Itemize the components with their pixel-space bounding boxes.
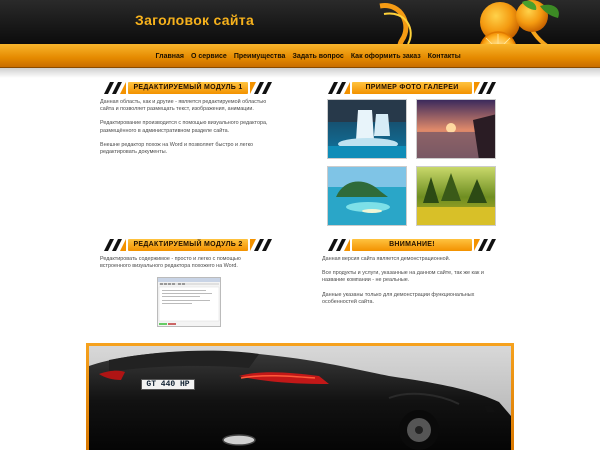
gallery-thumb-forest[interactable] — [416, 166, 496, 226]
gallery-thumb-sunset[interactable] — [416, 99, 496, 159]
editor-preview-graphic — [158, 278, 220, 325]
editor-screenshot-image — [157, 277, 221, 327]
stripes-decoration — [474, 82, 496, 94]
stripes-decoration — [250, 82, 272, 94]
module1-paragraph: Редактирование производится с помощью ви… — [100, 120, 268, 134]
module2-header: РЕДАКТИРУЕМЫЙ МОДУЛЬ 2 — [100, 239, 276, 251]
nav-item-ask-question[interactable]: Задать вопрос — [289, 53, 347, 60]
gallery-heading: ПРИМЕР ФОТО ГАЛЕРЕИ — [352, 82, 472, 94]
attention-paragraph: Все продукты и услуги, указанные на данн… — [322, 270, 484, 284]
waterfall-image — [328, 100, 406, 158]
island-image — [328, 167, 406, 225]
nav-item-home[interactable]: Главная — [152, 53, 187, 60]
attention-heading: ВНИМАНИЕ! — [352, 239, 472, 251]
stripes-decoration — [328, 82, 350, 94]
stripes-decoration — [328, 239, 350, 251]
site-header: Заголовок сайта — [0, 0, 600, 69]
module2-text: Редактировать содержимое - просто и легк… — [100, 256, 260, 277]
attention-header: ВНИМАНИЕ! — [324, 239, 500, 251]
stripes-decoration — [250, 239, 272, 251]
stripes-decoration — [104, 239, 126, 251]
stripes-decoration — [474, 239, 496, 251]
main-navigation: Главная О сервисе Преимущества Задать во… — [0, 44, 600, 68]
nav-item-advantages[interactable]: Преимущества — [230, 53, 289, 60]
module2-paragraph: Редактировать содержимое - просто и легк… — [100, 256, 241, 270]
module1-heading: РЕДАКТИРУЕМЫЙ МОДУЛЬ 1 — [128, 82, 248, 94]
module2-heading: РЕДАКТИРУЕМЫЙ МОДУЛЬ 2 — [128, 239, 248, 251]
module1-paragraph: Данная область, как и другие - является … — [100, 99, 267, 113]
module1-text: Данная область, как и другие - является … — [100, 99, 280, 163]
module1-header: РЕДАКТИРУЕМЫЙ МОДУЛЬ 1 — [100, 82, 276, 94]
nav-item-contacts[interactable]: Контакты — [424, 53, 464, 60]
nav-item-about[interactable]: О сервисе — [187, 53, 230, 60]
sunset-image — [417, 100, 495, 158]
gallery-thumb-island[interactable] — [327, 166, 407, 226]
nav-item-how-to-order[interactable]: Как оформить заказ — [347, 53, 424, 60]
gallery-header: ПРИМЕР ФОТО ГАЛЕРЕИ — [324, 82, 500, 94]
gallery-thumb-waterfall[interactable] — [327, 99, 407, 159]
stripes-decoration — [104, 82, 126, 94]
forest-image — [417, 167, 495, 225]
car-banner: GT 440 HP — [86, 343, 514, 450]
car-image — [89, 350, 511, 450]
nav-shadow — [0, 68, 600, 78]
attention-paragraph: Данные указаны только для демонстрации ф… — [322, 291, 475, 305]
site-title[interactable]: Заголовок сайта — [135, 12, 254, 28]
car-photo: GT 440 HP — [89, 346, 511, 450]
attention-text: Данная версия сайта является демонстраци… — [322, 256, 502, 313]
license-plate: GT 440 HP — [141, 379, 195, 390]
attention-paragraph: Данная версия сайта является демонстраци… — [322, 256, 451, 262]
module1-paragraph: Внешне редактор похож на Word и позволяе… — [100, 141, 254, 156]
